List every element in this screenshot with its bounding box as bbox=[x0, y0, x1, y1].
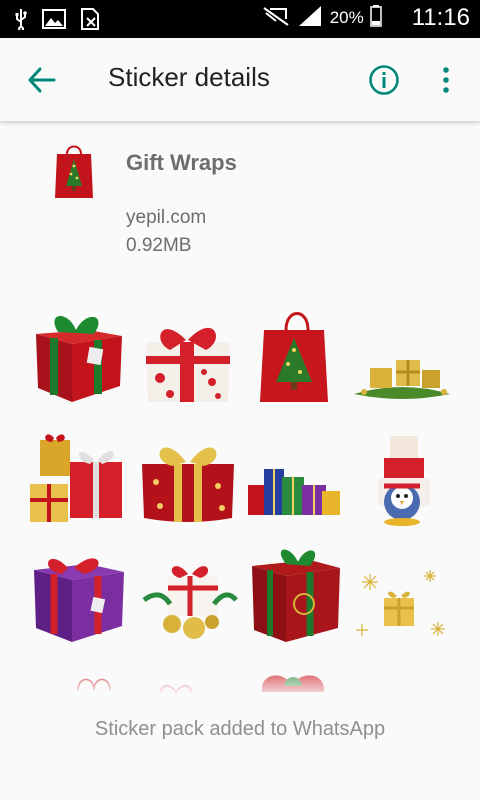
green-ribbon-red-gift-icon bbox=[36, 315, 122, 402]
page-title: Sticker details bbox=[108, 62, 270, 92]
pack-name: Gift Wraps bbox=[126, 150, 237, 175]
signal-icon bbox=[298, 5, 322, 32]
back-arrow-icon[interactable] bbox=[26, 66, 58, 94]
christmas-tree-bag-icon bbox=[260, 312, 328, 402]
gift-stack-icon bbox=[30, 434, 122, 522]
sticker-polka-dot-gift[interactable] bbox=[140, 308, 240, 408]
sticker-sparkle-gold-gift[interactable] bbox=[350, 556, 450, 656]
battery-percent: 20% bbox=[329, 8, 364, 27]
info-icon[interactable] bbox=[368, 64, 400, 96]
holly-gift-icon bbox=[252, 549, 340, 642]
pack-tray-icon bbox=[54, 142, 94, 200]
purple-gift-icon bbox=[34, 558, 124, 642]
no-network-icon bbox=[262, 5, 290, 32]
sticker-colorful-gifts[interactable] bbox=[244, 440, 344, 540]
sparkle-gold-gift-icon bbox=[356, 570, 445, 636]
ornaments-gift-icon bbox=[142, 566, 238, 639]
gallery-icon bbox=[42, 9, 66, 34]
gold-gifts-garland-icon bbox=[354, 360, 450, 399]
penguin-gifts-icon bbox=[378, 436, 430, 526]
clock: 11:16 bbox=[411, 4, 470, 31]
sticker-gift-stack[interactable] bbox=[26, 428, 126, 528]
usb-icon bbox=[14, 8, 28, 35]
app-bar: Sticker details bbox=[0, 38, 480, 122]
added-status-text: Sticker pack added to WhatsApp bbox=[94, 718, 386, 740]
pack-publisher: yepil.com bbox=[126, 207, 207, 228]
more-options-icon[interactable] bbox=[436, 64, 456, 96]
sticker-gold-gifts-garland[interactable] bbox=[352, 326, 452, 426]
list-fade bbox=[0, 660, 480, 700]
sticker-penguin-gifts[interactable] bbox=[356, 428, 456, 528]
gold-star-gift-icon bbox=[142, 447, 234, 522]
sticker-holly-gift[interactable] bbox=[250, 546, 350, 646]
no-sim-icon bbox=[80, 8, 100, 35]
sticker-christmas-tree-bag[interactable] bbox=[250, 306, 350, 406]
sticker-ornaments-gift[interactable] bbox=[140, 548, 240, 648]
sticker-purple-gift[interactable] bbox=[28, 546, 128, 646]
sticker-green-ribbon-red-gift[interactable] bbox=[28, 306, 128, 406]
pack-size: 0.92MB bbox=[126, 235, 192, 256]
status-bar: 20% 11:16 bbox=[0, 0, 480, 38]
sticker-gold-star-gift[interactable] bbox=[138, 426, 238, 526]
polka-dot-gift-icon bbox=[146, 327, 230, 402]
colorful-gifts-icon bbox=[248, 469, 340, 515]
battery-icon bbox=[369, 4, 382, 32]
